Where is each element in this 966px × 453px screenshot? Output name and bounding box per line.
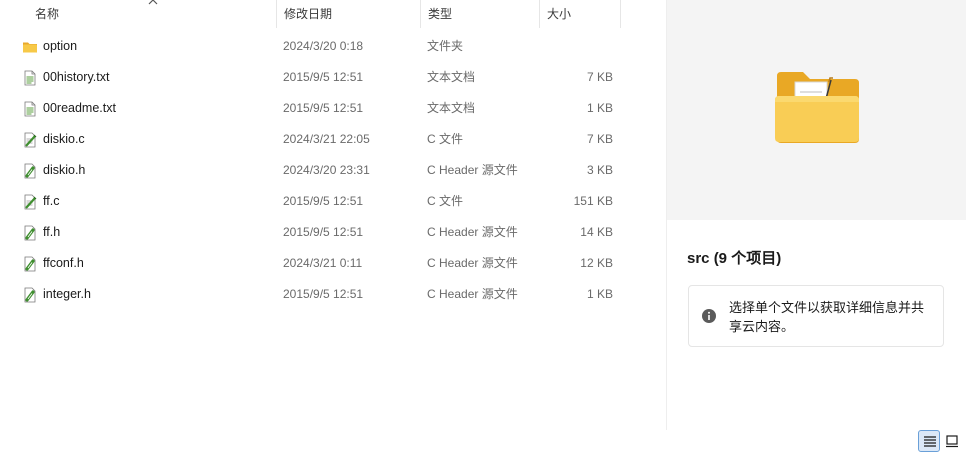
file-name: integer.h <box>43 287 91 301</box>
column-size-label: 大小 <box>547 7 572 21</box>
text-file-icon <box>24 70 36 86</box>
file-name: diskio.h <box>43 163 86 177</box>
file-name: ff.h <box>43 225 61 239</box>
file-row-ff-c[interactable]: ff.c 2015/9/5 12:51 C 文件 151 KB <box>0 186 666 217</box>
c-header-file-icon <box>24 256 36 272</box>
file-size: 1 KB <box>586 101 613 115</box>
file-list-pane: 名称 修改日期 类型 大小 option 2024/3/20 0:18 文件夹 … <box>0 0 667 430</box>
file-name: diskio.c <box>43 132 85 146</box>
file-modified: 2015/9/5 12:51 <box>283 287 364 301</box>
column-type[interactable]: 类型 <box>421 0 539 28</box>
file-type: C 文件 <box>427 194 464 208</box>
column-name-label: 名称 <box>35 7 60 21</box>
file-size: 7 KB <box>586 132 613 146</box>
file-modified: 2024/3/21 22:05 <box>283 132 370 146</box>
info-card: 选择单个文件以获取详细信息并共享云内容。 <box>688 285 944 347</box>
c-header-file-icon <box>24 225 36 241</box>
file-row-integer-h[interactable]: integer.h 2015/9/5 12:51 C Header 源文件 1 … <box>0 279 666 310</box>
column-modified[interactable]: 修改日期 <box>277 0 420 28</box>
file-row-ff-h[interactable]: ff.h 2015/9/5 12:51 C Header 源文件 14 KB <box>0 217 666 248</box>
file-row-diskio-c[interactable]: diskio.c 2024/3/21 22:05 C 文件 7 KB <box>0 124 666 155</box>
column-divider[interactable] <box>620 0 621 28</box>
details-view-button[interactable] <box>918 430 940 452</box>
file-row-00history[interactable]: 00history.txt 2015/9/5 12:51 文本文档 7 KB <box>0 62 666 93</box>
file-row-diskio-h[interactable]: diskio.h 2024/3/20 23:31 C Header 源文件 3 … <box>0 155 666 186</box>
c-source-file-icon <box>24 132 37 148</box>
column-type-label: 类型 <box>428 7 453 21</box>
file-name: 00history.txt <box>43 70 110 84</box>
file-type: C Header 源文件 <box>427 163 518 177</box>
file-type: C Header 源文件 <box>427 287 518 301</box>
sort-ascending-icon <box>148 0 158 5</box>
preview-area <box>667 0 966 220</box>
folder-icon <box>23 42 37 53</box>
file-modified: 2015/9/5 12:51 <box>283 101 364 115</box>
info-message: 选择单个文件以获取详细信息并共享云内容。 <box>729 300 925 334</box>
text-file-icon <box>24 101 36 117</box>
file-name: ffconf.h <box>43 256 84 270</box>
file-name: ff.c <box>43 194 60 208</box>
file-modified: 2015/9/5 12:51 <box>283 225 364 239</box>
column-size[interactable]: 大小 <box>540 0 620 28</box>
file-list: option 2024/3/20 0:18 文件夹 00history.txt … <box>0 31 666 310</box>
info-icon <box>702 309 716 323</box>
file-name: option <box>43 39 78 53</box>
file-modified: 2024/3/20 0:18 <box>283 39 364 53</box>
c-source-file-icon <box>24 194 37 210</box>
file-type: 文本文档 <box>427 101 476 115</box>
file-modified: 2015/9/5 12:51 <box>283 194 364 208</box>
c-header-file-icon <box>24 287 36 303</box>
file-modified: 2015/9/5 12:51 <box>283 70 364 84</box>
column-modified-label: 修改日期 <box>284 7 333 21</box>
file-size: 3 KB <box>586 163 613 177</box>
file-size: 7 KB <box>586 70 613 84</box>
file-size: 14 KB <box>580 225 613 239</box>
file-type: C Header 源文件 <box>427 256 518 270</box>
file-size: 151 KB <box>573 194 613 208</box>
explorer-window: 名称 修改日期 类型 大小 option 2024/3/20 0:18 文件夹 … <box>0 0 966 453</box>
file-type: 文件夹 <box>427 39 464 53</box>
column-header: 名称 修改日期 类型 大小 <box>0 0 666 28</box>
details-pane: src (9 个项目) 选择单个文件以获取详细信息并共享云内容。 <box>667 0 966 430</box>
file-type: C Header 源文件 <box>427 225 518 239</box>
file-row-ffconf-h[interactable]: ffconf.h 2024/3/21 0:11 C Header 源文件 12 … <box>0 248 666 279</box>
file-row-option[interactable]: option 2024/3/20 0:18 文件夹 <box>0 31 666 62</box>
file-modified: 2024/3/20 23:31 <box>283 163 370 177</box>
file-type: 文本文档 <box>427 70 476 84</box>
status-bar <box>0 430 966 453</box>
file-modified: 2024/3/21 0:11 <box>283 256 363 270</box>
c-header-file-icon <box>24 163 36 179</box>
details-view-icon <box>924 436 936 447</box>
folder-title: src (9 个项目) <box>687 250 782 267</box>
file-size <box>540 31 613 62</box>
file-size: 12 KB <box>580 256 613 270</box>
file-size: 1 KB <box>586 287 613 301</box>
file-name: 00readme.txt <box>43 101 116 115</box>
file-row-00readme[interactable]: 00readme.txt 2015/9/5 12:51 文本文档 1 KB <box>0 93 666 124</box>
file-type: C 文件 <box>427 132 464 146</box>
large-icons-view-button[interactable] <box>941 430 963 452</box>
large-icons-view-icon <box>946 435 958 448</box>
folder-icon <box>775 72 859 143</box>
